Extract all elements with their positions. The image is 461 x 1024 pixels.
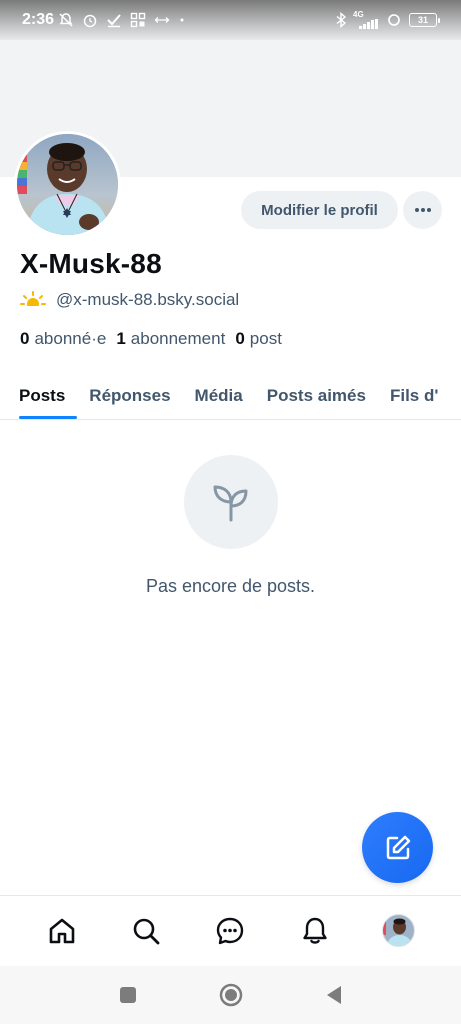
network-type-label: 4G — [353, 10, 364, 19]
status-bar: 2:36 4G 31 — [0, 0, 461, 40]
nav-search[interactable] — [124, 909, 168, 953]
chat-icon — [215, 916, 245, 946]
home-button[interactable] — [219, 983, 243, 1007]
posts-count: 0 — [235, 329, 245, 348]
profile-tabs: Posts Réponses Média Posts aimés Fils d' — [0, 372, 461, 420]
status-right-icons: 4G 31 — [335, 11, 440, 29]
handle-row: @x-musk-88.bsky.social — [20, 290, 239, 310]
followers-label: abonné·e — [34, 329, 107, 348]
alarm-icon — [82, 12, 98, 28]
compose-post-button[interactable] — [362, 812, 433, 883]
tab-media[interactable]: Média — [183, 372, 255, 419]
check-icon — [106, 12, 122, 28]
more-options-button[interactable] — [403, 191, 442, 229]
profile-avatar-small — [382, 914, 416, 947]
tab-threads[interactable]: Fils d' — [378, 372, 450, 419]
followers-count: 0 — [20, 329, 30, 348]
following-label: abonnement — [130, 329, 226, 348]
sun-behind-cloud-icon — [20, 290, 46, 310]
display-name: X-Musk-88 — [20, 248, 162, 279]
system-navigation-bar — [0, 966, 461, 1024]
battery-level: 31 — [417, 15, 428, 25]
empty-state-message: Pas encore de posts. — [145, 576, 316, 596]
following-stat[interactable]: 1 abonnement — [116, 329, 225, 349]
profile-handle: @x-musk-88.bsky.social — [56, 290, 240, 309]
notifications-muted-icon — [58, 12, 74, 28]
sprout-icon — [209, 480, 253, 524]
posts-label: post — [249, 329, 282, 348]
profile-stats: 0 abonné·e 1 abonnement 0 post — [20, 329, 282, 349]
bell-icon — [300, 916, 330, 946]
tab-replies[interactable]: Réponses — [77, 372, 182, 419]
status-left-icons — [58, 12, 186, 28]
sync-icon — [385, 12, 403, 28]
bottom-navigation — [0, 895, 461, 965]
followers-stat[interactable]: 0 abonné·e — [20, 329, 106, 349]
more-horizontal-icon — [414, 207, 432, 213]
arrows-icon — [154, 12, 170, 28]
profile-avatar[interactable] — [14, 131, 121, 238]
bluetooth-icon — [335, 12, 347, 28]
dot-icon — [178, 12, 186, 28]
signal-icon: 4G — [353, 11, 379, 29]
home-icon — [47, 916, 77, 946]
status-time: 2:36 — [22, 11, 55, 28]
following-count: 1 — [116, 329, 126, 348]
nav-notifications[interactable] — [293, 909, 337, 953]
back-button[interactable] — [325, 985, 343, 1005]
nav-profile[interactable] — [377, 909, 421, 953]
nav-chat[interactable] — [208, 909, 252, 953]
battery-icon: 31 — [409, 13, 440, 27]
empty-state-icon-container — [184, 455, 278, 549]
posts-stat: 0 post — [235, 329, 282, 349]
edit-profile-button[interactable]: Modifier le profil — [241, 191, 398, 229]
nav-home[interactable] — [40, 909, 84, 953]
search-icon — [131, 916, 161, 946]
grid-icon — [130, 12, 146, 28]
recents-button[interactable] — [119, 986, 137, 1004]
tab-posts[interactable]: Posts — [0, 372, 78, 419]
tab-likes[interactable]: Posts aimés — [255, 372, 378, 419]
compose-icon — [383, 833, 413, 863]
